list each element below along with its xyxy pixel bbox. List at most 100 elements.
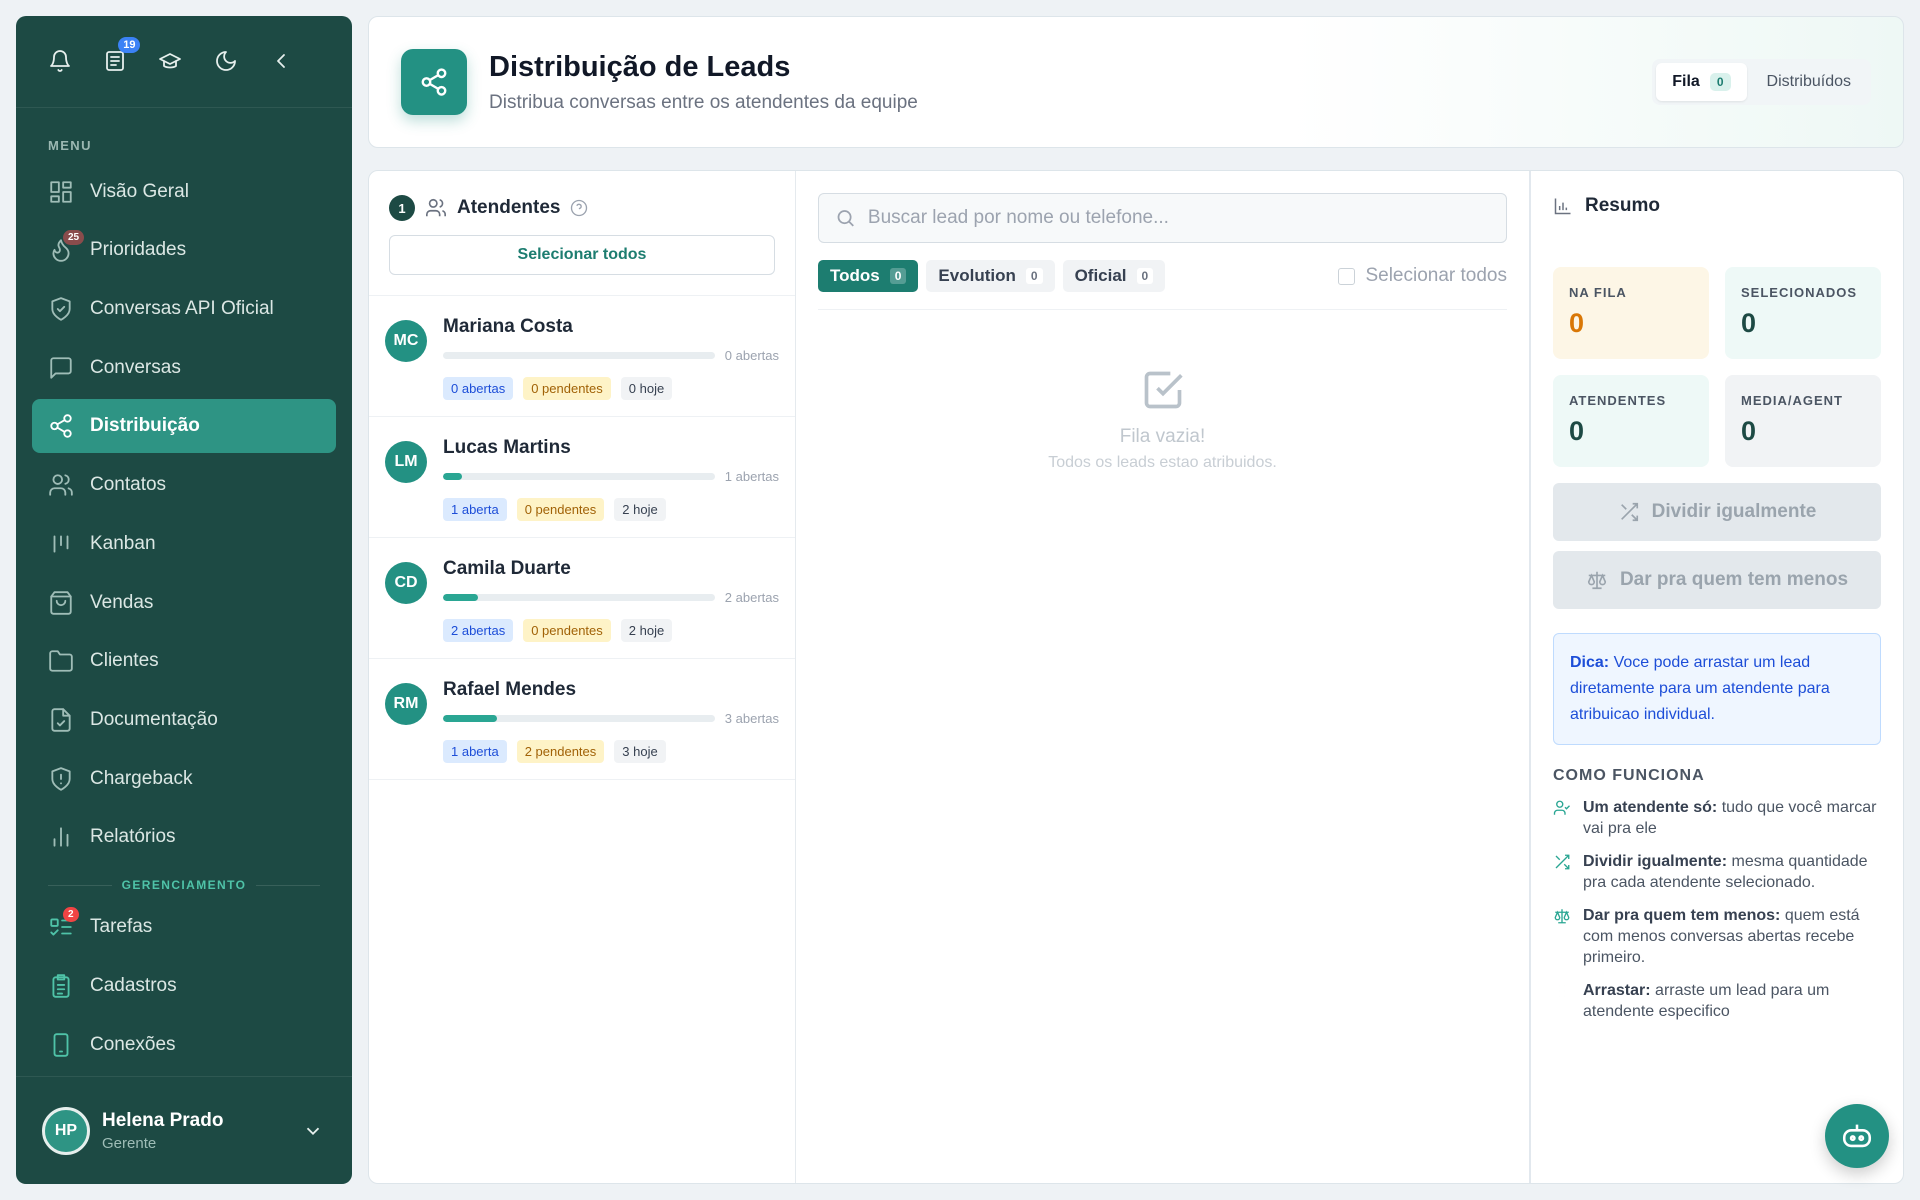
user-avatar: HP xyxy=(42,1106,90,1155)
agent-name: Rafael Mendes xyxy=(443,679,577,700)
filter-todos[interactable]: Todos 0 xyxy=(818,260,919,292)
drag-handle-icon xyxy=(1559,984,1565,998)
summary-column: Resumo NA FILA 0 SELECIONADOS 0 ATENDENT… xyxy=(1531,171,1903,1183)
sidebar-item-clientes[interactable]: Clientes xyxy=(32,634,336,688)
summary-title: Resumo xyxy=(1585,195,1660,216)
sidebar-item-label: Conversas API Oficial xyxy=(90,298,274,320)
filter-label: Todos xyxy=(830,266,880,285)
how-item-give-least: Dar pra quem tem menos: quem está com me… xyxy=(1553,905,1881,968)
step-number-badge: 1 xyxy=(389,195,415,221)
split-equally-button[interactable]: Dividir igualmente xyxy=(1553,483,1881,541)
how-item-bold: Dividir igualmente: xyxy=(1583,853,1728,870)
agent-name: Lucas Martins xyxy=(443,437,571,458)
sidebar-item-label: Prioridades xyxy=(90,239,187,261)
newspaper-icon xyxy=(106,51,125,72)
sidebar-item-label: Distribuição xyxy=(90,415,200,437)
search-icon xyxy=(837,210,854,227)
agent-row[interactable]: LM Lucas Martins 1 abertas 1 aberta 0 penden… xyxy=(369,417,795,538)
user-menu[interactable]: HP Helena Prado Gerente xyxy=(16,1076,352,1184)
chevron-left-icon xyxy=(276,54,285,69)
sidebar-item-visao-geral[interactable]: Visão Geral xyxy=(32,165,336,219)
news-button[interactable]: 19 xyxy=(103,37,158,81)
empty-queue-title: Fila vazia! xyxy=(1119,426,1206,447)
sidebar-item-kanban[interactable]: Kanban xyxy=(32,517,336,571)
pending-count-chip: 2 pendentes xyxy=(516,740,605,763)
robot-icon xyxy=(1842,1123,1872,1148)
bar-chart-icon xyxy=(1554,198,1571,215)
agent-load-bar xyxy=(443,594,715,601)
sidebar-item-documentacao[interactable]: Documentação xyxy=(32,693,336,747)
summary-stats: NA FILA 0 SELECIONADOS 0 ATENDENTES 0 ME… xyxy=(1553,267,1881,467)
page-icon xyxy=(401,49,467,115)
tab-label: Fila xyxy=(1672,73,1700,90)
agent-load-label: 2 abertas xyxy=(724,590,779,605)
moon-icon xyxy=(215,51,236,72)
agent-name: Camila Duarte xyxy=(443,558,571,579)
check-square-icon xyxy=(1144,371,1183,409)
agent-avatar: LM xyxy=(385,441,427,483)
stat-label: MEDIA/AGENT xyxy=(1741,393,1843,408)
agent-load-label: 1 abertas xyxy=(724,469,779,484)
tab-fila[interactable]: Fila 0 xyxy=(1656,63,1747,101)
sidebar-item-contatos[interactable]: Contatos xyxy=(32,458,336,512)
collapse-sidebar-button[interactable] xyxy=(269,41,324,81)
empty-queue-subtitle: Todos os leads estao atribuidos. xyxy=(1048,454,1277,471)
tip-label: Dica: xyxy=(1570,654,1610,671)
tab-distribuidos[interactable]: Distribuídos xyxy=(1751,63,1867,101)
sidebar-item-label: Cadastros xyxy=(90,974,177,996)
chat-bubble-icon xyxy=(50,357,72,379)
theme-toggle-button[interactable] xyxy=(214,41,269,81)
agent-row[interactable]: RM Rafael Mendes 3 abertas 1 aberta 2 penden… xyxy=(369,659,795,780)
filter-evolution[interactable]: Evolution 0 xyxy=(926,260,1055,292)
sidebar-item-prioridades[interactable]: 25 Prioridades xyxy=(32,223,336,277)
sidebar-toolbar: 19 xyxy=(16,16,352,108)
sidebar-item-chargeback[interactable]: Chargeback xyxy=(32,752,336,806)
shuffle-icon xyxy=(1620,502,1638,522)
user-menu-toggle[interactable] xyxy=(302,1120,324,1142)
agent-list: MC Mariana Costa 0 abertas 0 abertas 0 pende… xyxy=(369,296,795,780)
sidebar-item-distribuicao[interactable]: Distribuição xyxy=(32,399,336,454)
assistant-bot-button[interactable] xyxy=(1825,1104,1889,1168)
agent-row[interactable]: MC Mariana Costa 0 abertas 0 abertas 0 pende… xyxy=(369,296,795,417)
management-section-label: GERENCIAMENTO xyxy=(121,878,247,893)
user-check-icon xyxy=(1553,800,1570,815)
stat-atendentes: ATENDENTES 0 xyxy=(1553,375,1709,467)
sidebar-item-tarefas[interactable]: 2 Tarefas xyxy=(32,900,336,954)
stat-media-agent: MEDIA/AGENT 0 xyxy=(1725,375,1881,467)
page-subtitle: Distribua conversas entre os atendentes … xyxy=(489,91,918,113)
pending-count-chip: 0 pendentes xyxy=(516,498,605,521)
help-circle-icon xyxy=(571,199,588,217)
pending-count-chip: 0 pendentes xyxy=(523,619,611,642)
pending-count-chip: 0 pendentes xyxy=(523,377,611,400)
lead-search-input[interactable] xyxy=(867,207,1490,229)
users-icon xyxy=(426,198,446,217)
sidebar-item-conexoes[interactable]: Conexões xyxy=(32,1018,336,1072)
agents-help[interactable] xyxy=(570,199,588,217)
select-all-agents-button[interactable]: Selecionar todos xyxy=(389,235,775,275)
agent-row[interactable]: CD Camila Duarte 2 abertas 2 abertas 0 pende… xyxy=(369,538,795,659)
sidebar-item-vendas[interactable]: Vendas xyxy=(32,576,336,630)
scale-icon xyxy=(1587,571,1607,590)
learning-button[interactable] xyxy=(158,41,213,81)
dashboard-grid-icon xyxy=(50,181,72,203)
give-to-least-label: Dar pra quem tem menos xyxy=(1619,569,1849,590)
sidebar-item-label: Vendas xyxy=(90,591,154,613)
prioridades-count-badge: 25 xyxy=(63,230,85,246)
agents-title: Atendentes xyxy=(457,197,561,218)
filter-oficial[interactable]: Oficial 0 xyxy=(1062,260,1166,292)
how-item-bold: Arrastar: xyxy=(1583,982,1651,999)
notifications-button[interactable] xyxy=(48,41,103,81)
sidebar-item-conversas[interactable]: Conversas xyxy=(32,341,336,395)
management-divider: GERENCIAMENTO xyxy=(48,878,320,892)
checkbox-box[interactable] xyxy=(1338,267,1356,285)
tarefas-count-badge: 2 xyxy=(63,907,79,923)
sidebar-item-conversas-api-oficial[interactable]: Conversas API Oficial xyxy=(32,282,336,336)
tab-label: Distribuídos xyxy=(1766,73,1851,90)
select-all-leads-checkbox[interactable]: Selecionar todos xyxy=(1338,265,1507,287)
sidebar-item-relatorios[interactable]: Relatórios xyxy=(32,810,336,864)
give-to-least-button[interactable]: Dar pra quem tem menos xyxy=(1553,551,1881,609)
clipboard-list-icon xyxy=(52,974,70,998)
users-icon xyxy=(49,474,73,496)
filter-count: 0 xyxy=(889,268,907,284)
sidebar-item-cadastros[interactable]: Cadastros xyxy=(32,959,336,1013)
